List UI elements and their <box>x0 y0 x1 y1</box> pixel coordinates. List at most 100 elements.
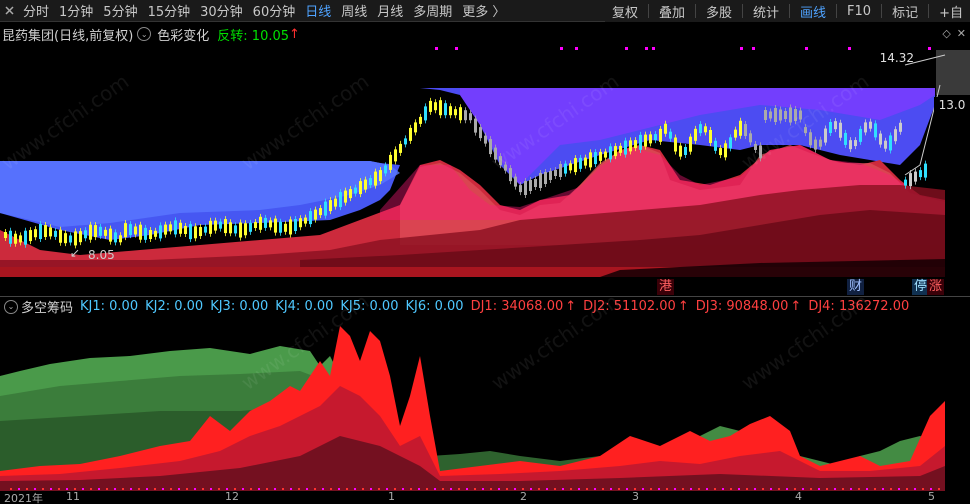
signal-dot <box>402 488 404 490</box>
signal-dot <box>282 488 284 490</box>
signal-dot <box>652 47 655 50</box>
signal-dot <box>154 488 156 490</box>
kj2-value: KJ2: 0.00 <box>145 299 204 314</box>
tool-fuquan[interactable]: 复权 <box>605 2 645 21</box>
signal-dot <box>338 488 340 490</box>
settings-icon[interactable] <box>0 0 18 22</box>
expand-icon[interactable]: ⌄ <box>4 299 18 314</box>
signal-dot <box>562 488 564 490</box>
signal-dot <box>362 488 364 490</box>
signal-dot <box>274 488 276 490</box>
signal-dot <box>290 488 292 490</box>
date-label: 3 <box>632 490 639 503</box>
close-icon[interactable]: ✕ <box>957 27 966 40</box>
signal-dot <box>514 488 516 490</box>
period-more[interactable]: 更多 〉 <box>457 1 510 20</box>
period-daily[interactable]: 日线 <box>300 1 336 20</box>
signal-dot <box>666 488 668 490</box>
signal-dot <box>928 47 931 50</box>
price-chart[interactable] <box>0 45 970 295</box>
signal-dot <box>802 488 804 490</box>
stock-name[interactable]: 昆药集团(日线,前复权) <box>2 25 133 44</box>
divider <box>742 4 744 18</box>
signal-dot <box>538 488 540 490</box>
signal-dot <box>186 488 188 490</box>
signal-dot <box>914 488 916 490</box>
divider <box>647 4 649 18</box>
signal-dot <box>50 488 52 490</box>
date-label: 5 <box>928 490 935 503</box>
up-arrow-icon: ↑ <box>790 299 802 314</box>
tool-stats[interactable]: 统计 <box>746 2 786 21</box>
signal-dot <box>546 488 548 490</box>
date-label: 2021年 <box>4 492 43 504</box>
period-multi[interactable]: 多周期 <box>408 1 457 20</box>
tool-mark[interactable]: 标记 <box>885 2 925 21</box>
signal-dot <box>834 488 836 490</box>
sub-indicator-name[interactable]: 多空筹码 <box>21 297 73 316</box>
dj1-value: DJ1: 34068.00 <box>470 299 564 314</box>
signal-dot <box>594 488 596 490</box>
period-fenshi[interactable]: 分时 <box>18 1 54 20</box>
signal-dot <box>842 488 844 490</box>
signal-dot <box>848 47 851 50</box>
signal-dot <box>752 47 755 50</box>
divider <box>695 4 696 18</box>
signal-dot <box>354 488 356 490</box>
signal-dot <box>82 488 84 490</box>
signal-dot <box>170 488 172 490</box>
signal-dot <box>626 488 628 490</box>
signal-dot <box>682 488 684 490</box>
period-weekly[interactable]: 周线 <box>336 1 372 20</box>
signal-dot <box>778 488 780 490</box>
period-30min[interactable]: 30分钟 <box>195 1 248 20</box>
tool-overlay[interactable]: 叠加 <box>652 2 692 21</box>
diamond-icon[interactable]: ◇ <box>942 27 950 40</box>
tool-draw[interactable]: 画线 <box>793 2 833 21</box>
date-label: 2 <box>520 490 527 503</box>
signal-dot <box>90 488 92 490</box>
signal-dot <box>162 488 164 490</box>
signal-dot <box>762 488 764 490</box>
signal-dot <box>730 488 732 490</box>
signal-dot <box>858 488 860 490</box>
signal-dot <box>575 47 578 50</box>
signal-dot <box>330 488 332 490</box>
signal-dot <box>458 488 460 490</box>
signal-dot <box>642 488 644 490</box>
signal-dot <box>306 488 308 490</box>
signal-dot <box>922 488 924 490</box>
tool-custom[interactable]: +自 <box>932 2 970 21</box>
signal-dot <box>906 488 908 490</box>
signal-dot <box>530 488 532 490</box>
period-5min[interactable]: 5分钟 <box>98 1 142 20</box>
up-arrow-icon: ↑ <box>289 26 300 42</box>
signal-dot <box>194 488 196 490</box>
signal-dot <box>645 47 648 50</box>
period-60min[interactable]: 60分钟 <box>248 1 301 20</box>
expand-icon[interactable]: ⌄ <box>137 27 152 41</box>
signal-dot <box>740 47 743 50</box>
kj1-value: KJ1: 0.00 <box>80 299 139 314</box>
price-low-label: 8.05 <box>88 248 115 262</box>
period-1min[interactable]: 1分钟 <box>54 1 98 20</box>
signal-dot <box>378 488 380 490</box>
signal-dot <box>426 488 428 490</box>
signal-dot <box>410 488 412 490</box>
marker-zhang[interactable]: 涨 <box>927 279 945 295</box>
divider <box>881 4 883 18</box>
signal-dot <box>242 488 244 490</box>
signal-dot <box>738 488 740 490</box>
signal-dot <box>882 488 884 490</box>
marker-gang[interactable]: 港 <box>657 279 675 295</box>
period-monthly[interactable]: 月线 <box>372 1 408 20</box>
signal-dot <box>874 488 876 490</box>
tool-f10[interactable]: F10 <box>840 4 878 19</box>
indicator-name[interactable]: 色彩变化 <box>157 25 209 44</box>
signal-dot <box>506 488 508 490</box>
period-15min[interactable]: 15分钟 <box>143 1 196 20</box>
signal-dot <box>455 47 458 50</box>
signal-dot <box>890 488 892 490</box>
dj3-value: DJ3: 90848.00 <box>695 299 789 314</box>
tool-multistock[interactable]: 多股 <box>699 2 739 21</box>
